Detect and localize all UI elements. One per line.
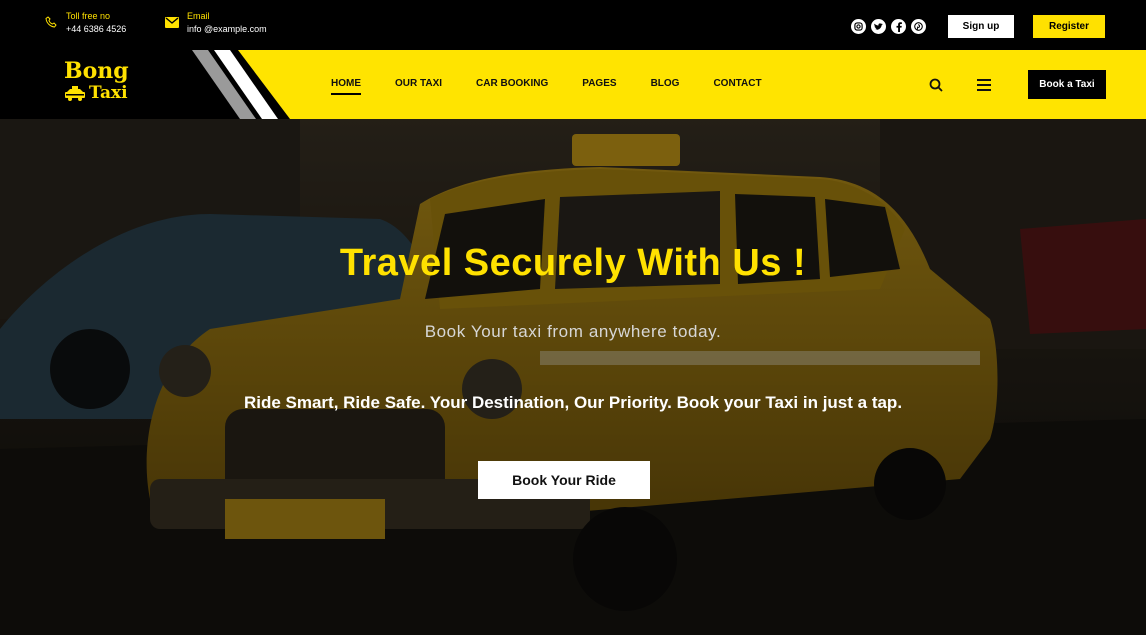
taxi-icon xyxy=(64,86,86,101)
email-contact[interactable]: Email info @example.com xyxy=(165,10,267,36)
instagram-icon[interactable] xyxy=(851,19,866,34)
decorative-stripes xyxy=(192,50,278,119)
hamburger-menu-icon[interactable] xyxy=(977,78,991,92)
email-address: info @example.com xyxy=(187,24,267,34)
facebook-icon[interactable] xyxy=(891,19,906,34)
register-button[interactable]: Register xyxy=(1033,15,1105,38)
hero-tagline: Ride Smart, Ride Safe. Your Destination,… xyxy=(243,393,903,412)
top-bar: Toll free no +44 6386 4526 Email info @e… xyxy=(0,0,1146,50)
primary-nav: HOME OUR TAXI CAR BOOKING PAGES BLOG CON… xyxy=(331,78,796,95)
book-a-taxi-button[interactable]: Book a Taxi xyxy=(1028,70,1106,99)
social-links xyxy=(851,19,926,34)
pinterest-icon[interactable] xyxy=(911,19,926,34)
nav-item-our-taxi[interactable]: OUR TAXI xyxy=(395,78,442,95)
brand-line-1: Bong xyxy=(64,58,129,84)
nav-item-contact[interactable]: CONTACT xyxy=(713,78,761,95)
nav-item-blog[interactable]: BLOG xyxy=(651,78,680,95)
nav-item-home[interactable]: HOME xyxy=(331,78,361,95)
search-icon[interactable] xyxy=(929,78,943,92)
hero-title: Travel Securely With Us ! xyxy=(339,242,807,284)
phone-label: Toll free no xyxy=(66,11,111,21)
hero-subtitle: Book Your taxi from anywhere today. xyxy=(424,322,722,341)
mail-icon xyxy=(165,15,179,29)
phone-contact[interactable]: Toll free no +44 6386 4526 xyxy=(44,10,126,36)
nav-item-car-booking[interactable]: CAR BOOKING xyxy=(476,78,548,95)
phone-icon xyxy=(44,15,58,29)
brand-logo[interactable]: Bong Taxi xyxy=(64,60,129,104)
phone-number: +44 6386 4526 xyxy=(66,24,127,34)
brand-line-2: Taxi xyxy=(89,83,128,103)
twitter-icon[interactable] xyxy=(871,19,886,34)
signup-button[interactable]: Sign up xyxy=(948,15,1014,38)
nav-item-pages[interactable]: PAGES xyxy=(582,78,616,95)
hero-overlay xyxy=(0,119,1146,635)
email-label: Email xyxy=(187,11,210,21)
hero-section: Travel Securely With Us ! Book Your taxi… xyxy=(0,119,1146,635)
book-your-ride-button[interactable]: Book Your Ride xyxy=(478,461,650,499)
